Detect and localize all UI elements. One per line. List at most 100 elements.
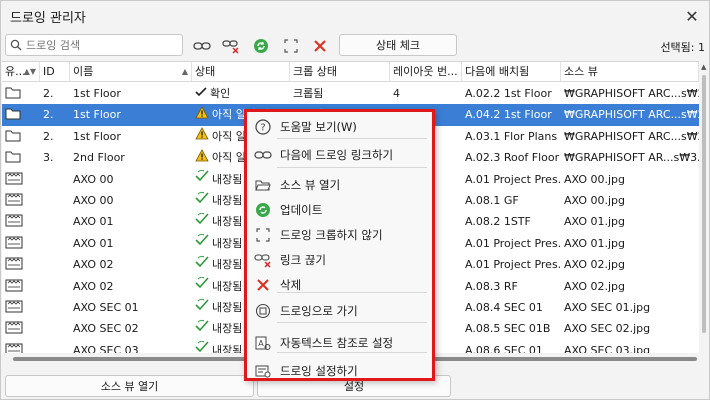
unlink-icon xyxy=(254,251,272,269)
name-cell: AXO SEC 02 xyxy=(73,322,139,336)
column-header-name[interactable]: 이름 ▲ xyxy=(70,62,192,82)
name-cell: 2nd Floor xyxy=(73,151,125,165)
embed-icon xyxy=(195,255,209,276)
image-drawing-icon xyxy=(2,318,40,339)
id-cell xyxy=(40,169,70,190)
drawing-manager-window: 드로잉 관리자 ✕ 상태 체크 선택됨: 1 유...▲▼ xyxy=(0,0,710,400)
placed-cell: A.08.3 RF xyxy=(465,279,518,293)
status-text: 내장됨 xyxy=(212,215,243,229)
vertical-scrollbar[interactable]: ▲ xyxy=(699,61,709,353)
id-cell: 3. xyxy=(43,151,54,165)
id-cell: 2. xyxy=(43,129,54,143)
menu-item-label: 자동텍스트 참조로 설정 xyxy=(280,335,394,350)
source-cell: AXO 02.jpg xyxy=(564,279,626,293)
menu-item-link[interactable]: 다음에 드로잉 링크하기 xyxy=(247,142,432,167)
embed-icon xyxy=(195,276,209,297)
help-icon: ? xyxy=(254,118,272,136)
close-icon[interactable]: ✕ xyxy=(681,5,703,27)
menu-separator xyxy=(277,138,427,139)
menu-item-label: 다음에 드로잉 링크하기 xyxy=(280,147,394,162)
column-header-status[interactable]: 상태 xyxy=(192,62,290,82)
menu-item-drawing-settings[interactable]: 드로잉 설정하기 xyxy=(247,358,432,383)
menu-item-goto-drawing[interactable]: 드로잉으로 가기 xyxy=(247,298,432,323)
refresh-icon xyxy=(254,201,272,219)
search-input[interactable] xyxy=(26,38,176,52)
image-drawing-icon xyxy=(2,276,40,297)
id-cell xyxy=(40,340,70,353)
scroll-thumb[interactable] xyxy=(702,75,706,333)
status-text: 내장됨 xyxy=(212,343,243,353)
search-box[interactable] xyxy=(5,34,183,56)
status-text: 내장됨 xyxy=(212,301,243,314)
image-drawing-icon xyxy=(2,169,40,190)
menu-item-open-folder[interactable]: 소스 뷰 열기 xyxy=(247,172,432,197)
layout-cell: 4 xyxy=(393,87,400,100)
menu-item-delete[interactable]: 삭제 xyxy=(247,272,432,297)
menu-item-help[interactable]: ? 도움말 보기(W) xyxy=(247,114,432,139)
unlink-icon[interactable] xyxy=(220,35,242,57)
warning-icon xyxy=(195,148,209,169)
placed-cell: A.01 Project Pres... xyxy=(465,258,561,272)
image-drawing-icon xyxy=(2,340,40,353)
column-header-type[interactable]: 유... ▲▼ xyxy=(2,62,40,82)
image-drawing-icon xyxy=(2,297,40,318)
column-header-crop[interactable]: 크롭 상태 xyxy=(290,62,390,82)
link-icon xyxy=(254,146,272,164)
id-cell xyxy=(40,233,70,254)
placed-cell: A.08.2 1STF xyxy=(465,215,531,229)
name-cell: 1st Floor xyxy=(73,87,121,100)
status-text: 내장됨 xyxy=(212,194,243,207)
status-text: 내장됨 xyxy=(212,172,243,186)
name-cell: 1st Floor xyxy=(73,129,121,143)
id-cell xyxy=(40,254,70,275)
source-cell: ₩GRAPHISOFT ARC...s₩2. xyxy=(564,129,699,143)
refresh-icon[interactable] xyxy=(250,35,272,57)
name-cell: AXO SEC 03 xyxy=(73,343,139,353)
name-cell: AXO 01 xyxy=(73,215,114,229)
placed-cell: A.08.5 SEC 01B xyxy=(465,322,551,336)
svg-text:A: A xyxy=(258,339,264,348)
id-cell xyxy=(40,190,70,211)
source-cell: AXO SEC 03.jpg xyxy=(564,343,651,353)
drawing-folder-icon xyxy=(2,126,40,147)
scroll-up-icon[interactable]: ▲ xyxy=(701,63,706,71)
link-icon[interactable] xyxy=(191,35,213,57)
check-icon xyxy=(195,84,207,105)
placed-cell: A.02.3 Roof Floor xyxy=(465,151,560,165)
goto-drawing-icon xyxy=(254,302,272,320)
source-cell: AXO SEC 01.jpg xyxy=(564,301,651,314)
column-header-placed[interactable]: 다음에 배치됨 xyxy=(462,62,561,82)
title-bar: 드로잉 관리자 xyxy=(1,1,709,31)
name-cell: AXO 02 xyxy=(73,258,114,272)
delete-icon xyxy=(254,276,272,294)
id-cell xyxy=(40,297,70,318)
status-text: 내장됨 xyxy=(212,279,243,293)
menu-item-refresh[interactable]: 업데이트 xyxy=(247,197,432,222)
menu-item-label: 삭제 xyxy=(280,277,302,292)
placed-cell: A.08.1 GF xyxy=(465,194,519,207)
embed-icon xyxy=(195,191,209,212)
menu-separator xyxy=(277,322,427,323)
id-cell xyxy=(40,276,70,297)
drawing-folder-icon xyxy=(2,83,40,104)
menu-item-label: 드로잉 크롭하지 않기 xyxy=(280,227,383,242)
column-header-layout[interactable]: 레이아웃 번... xyxy=(390,62,462,82)
placed-cell: A.08.4 SEC 01 xyxy=(465,301,543,314)
search-icon xyxy=(10,39,22,51)
drawing-settings-icon xyxy=(254,362,272,380)
source-cell: AXO 01.jpg xyxy=(564,215,626,229)
source-cell: AXO 02.jpg xyxy=(564,258,626,272)
selected-count: 선택됨: 1 xyxy=(660,41,705,54)
menu-separator xyxy=(277,352,427,353)
delete-icon[interactable] xyxy=(309,35,331,57)
uncrop-icon[interactable] xyxy=(280,35,302,57)
menu-item-uncrop[interactable]: 드로잉 크롭하지 않기 xyxy=(247,222,432,247)
status-check-button[interactable]: 상태 체크 xyxy=(339,34,457,56)
table-row[interactable]: 2. 1st Floor 확인 크롭됨 4 A.02.2 1st Floor ₩GRAPHI… xyxy=(2,83,699,104)
drawing-folder-icon xyxy=(2,147,40,168)
menu-item-unlink[interactable]: 링크 끊기 xyxy=(247,247,432,272)
open-source-view-button[interactable]: 소스 뷰 열기 xyxy=(5,375,254,397)
status-cell: 확인 xyxy=(192,83,290,104)
column-header-source[interactable]: 소스 뷰 xyxy=(561,62,699,82)
column-header-id[interactable]: ID xyxy=(40,62,70,82)
